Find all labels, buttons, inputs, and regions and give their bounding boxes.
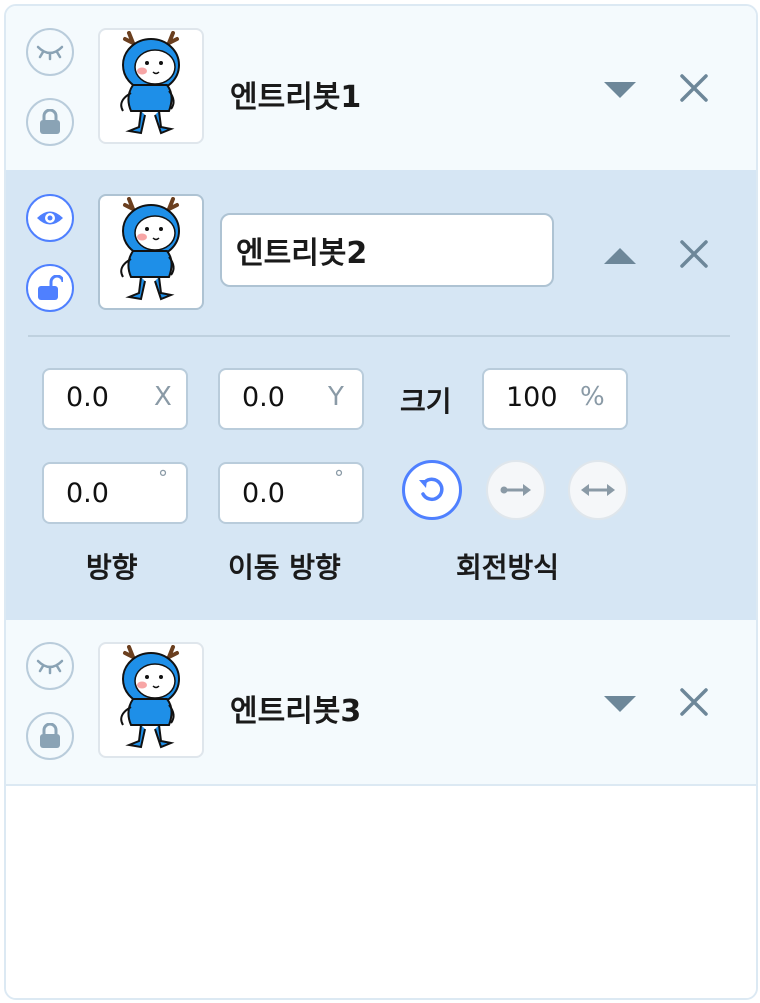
y-value: 0.0: [242, 382, 285, 413]
direction-value: 0.0: [66, 478, 109, 509]
direction-label: 방향: [86, 551, 138, 584]
y-unit: Y: [328, 382, 344, 412]
triangle-down-icon[interactable]: [604, 696, 636, 712]
entrybot-image: [120, 645, 180, 749]
triangle-up-icon[interactable]: [604, 248, 636, 264]
object-name-input[interactable]: 엔트리봇2: [220, 213, 554, 287]
divider: [28, 335, 730, 337]
object-list-panel: 엔트리봇1 엔트리봇2 0.0 X 0.0 Y 크기 100 % 0.0 ° 0…: [4, 4, 758, 1000]
move-direction-label: 이동 방향: [228, 551, 341, 584]
entrybot-image: [120, 31, 180, 135]
horizontal-only-icon[interactable]: [486, 460, 546, 520]
object-row-2[interactable]: 엔트리봇2 0.0 X 0.0 Y 크기 100 % 0.0 ° 0.0 ° 방…: [6, 170, 756, 620]
move-direction-value: 0.0: [242, 478, 285, 509]
close-icon[interactable]: [678, 686, 710, 718]
sprite-thumbnail[interactable]: [98, 194, 204, 310]
x-position-field[interactable]: 0.0 X: [42, 368, 188, 430]
eye-open-icon[interactable]: [26, 194, 74, 242]
rotate-free-icon[interactable]: [402, 460, 462, 520]
triangle-down-icon[interactable]: [604, 82, 636, 98]
size-label: 크기: [400, 385, 452, 418]
lock-closed-icon[interactable]: [26, 712, 74, 760]
eye-closed-icon[interactable]: [26, 642, 74, 690]
eye-closed-icon[interactable]: [26, 28, 74, 76]
lock-open-icon[interactable]: [26, 264, 74, 312]
lock-closed-icon[interactable]: [26, 98, 74, 146]
move-direction-unit: °: [334, 466, 344, 490]
sprite-thumbnail[interactable]: [98, 28, 204, 144]
close-icon[interactable]: [678, 238, 710, 270]
direction-unit: °: [158, 466, 168, 490]
sprite-thumbnail[interactable]: [98, 642, 204, 758]
empty-list-area: [6, 786, 756, 998]
y-position-field[interactable]: 0.0 Y: [218, 368, 364, 430]
move-direction-field[interactable]: 0.0 °: [218, 462, 364, 524]
x-value: 0.0: [66, 382, 109, 413]
rotation-method-label: 회전방식: [456, 551, 560, 584]
object-row-1[interactable]: 엔트리봇1: [6, 6, 756, 172]
size-unit: %: [580, 382, 605, 412]
close-icon[interactable]: [678, 72, 710, 104]
object-name: 엔트리봇3: [230, 694, 362, 729]
x-unit: X: [154, 382, 172, 412]
entrybot-image: [120, 197, 180, 301]
direction-field[interactable]: 0.0 °: [42, 462, 188, 524]
no-rotate-icon[interactable]: [568, 460, 628, 520]
size-value: 100: [506, 382, 558, 413]
object-name: 엔트리봇1: [230, 80, 362, 115]
object-row-3[interactable]: 엔트리봇3: [6, 620, 756, 786]
size-field[interactable]: 100 %: [482, 368, 628, 430]
